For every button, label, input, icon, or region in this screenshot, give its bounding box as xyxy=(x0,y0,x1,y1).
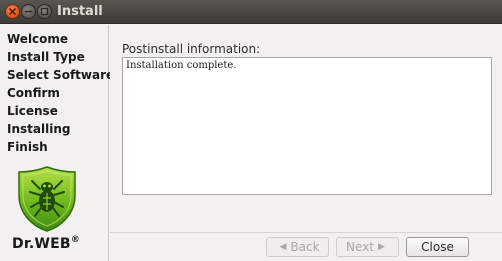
step-welcome: Welcome xyxy=(7,32,69,46)
step-license: License xyxy=(7,104,58,118)
next-button[interactable]: Next ▶ xyxy=(336,237,399,257)
step-confirm: Confirm xyxy=(7,86,60,100)
window-title: Install xyxy=(57,4,103,19)
back-button-label: Back xyxy=(290,240,320,254)
close-button[interactable]: Close xyxy=(406,237,469,257)
titlebar: Install xyxy=(0,0,502,24)
back-button[interactable]: ◀ Back xyxy=(266,237,329,257)
right-arrow-icon: ▶ xyxy=(378,242,385,252)
step-finish: Finish xyxy=(7,140,48,154)
minimize-window-icon[interactable] xyxy=(21,4,36,19)
close-window-icon[interactable] xyxy=(5,4,20,19)
steps-list: Welcome Install Type Select Software Con… xyxy=(7,30,114,156)
drweb-spider-shield-icon xyxy=(18,166,76,232)
postinstall-label: Postinstall information: xyxy=(122,42,261,56)
main-content: Postinstall information: Installation co… xyxy=(110,25,502,233)
installer-window: Install Welcome Install Type Select Soft… xyxy=(0,0,502,261)
step-select-software: Select Software xyxy=(7,68,115,82)
drweb-logo: Dr.WEB® xyxy=(12,235,80,252)
next-button-label: Next xyxy=(346,240,375,254)
steps-sidebar: Welcome Install Type Select Software Con… xyxy=(0,25,114,261)
step-installing: Installing xyxy=(7,122,71,136)
close-button-label: Close xyxy=(421,240,454,254)
left-arrow-icon: ◀ xyxy=(279,242,287,252)
step-install-type: Install Type xyxy=(7,50,85,64)
postinstall-textarea[interactable]: Installation complete. xyxy=(122,57,492,195)
maximize-window-icon[interactable] xyxy=(37,4,52,19)
postinstall-text: Installation complete. xyxy=(126,60,237,71)
